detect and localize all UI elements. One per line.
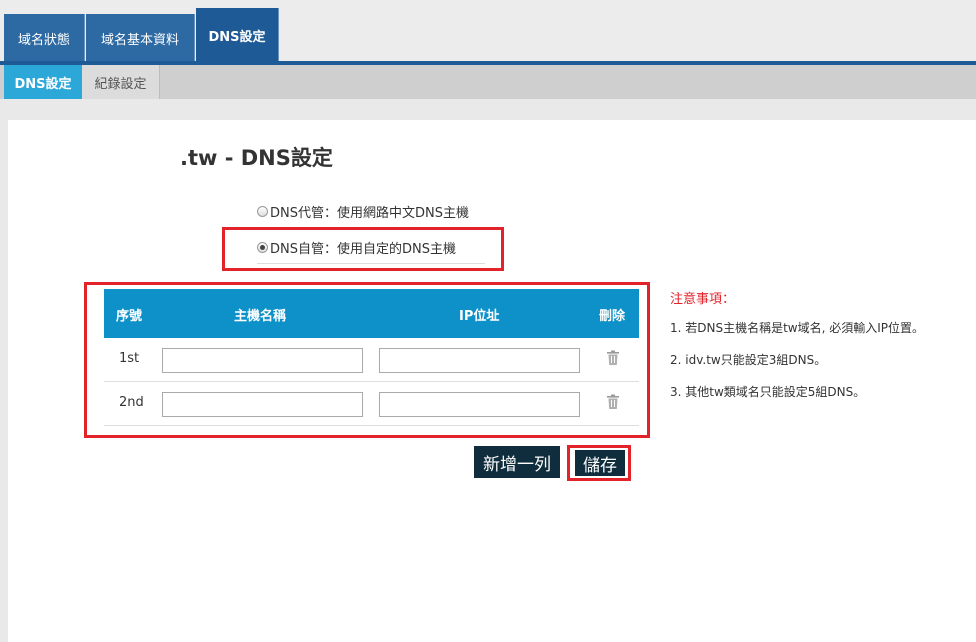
highlight-box-radio [222, 227, 504, 271]
tab-dns-settings-label: DNS設定 [208, 29, 266, 45]
tab-domain-info-label: 域名基本資料 [100, 32, 179, 48]
tab-dns-settings[interactable]: DNS設定 [196, 8, 279, 62]
note-item: 2. idv.tw只能設定3組DNS。 [670, 353, 827, 367]
top-tab-bar: 域名狀態 域名基本資料 DNS設定 [0, 0, 976, 62]
tab-domain-status[interactable]: 域名狀態 [4, 14, 85, 62]
subtab-record-settings-label: 紀錄設定 [94, 76, 147, 92]
radio-dns-hosted[interactable]: DNS代管：使用網路中文DNS主機 [257, 201, 469, 221]
tab-domain-info[interactable]: 域名基本資料 [86, 14, 195, 62]
page-title: .tw - DNS設定 [180, 146, 333, 170]
subtab-record-settings[interactable]: 紀錄設定 [82, 65, 160, 99]
notes-title: 注意事項： [670, 292, 736, 307]
radio-dns-hosted-circle[interactable] [257, 205, 268, 217]
note-item: 3. 其他tw類域名只能設定5組DNS。 [670, 385, 866, 399]
add-row-button[interactable]: 新增一列 [474, 446, 560, 478]
tab-domain-status-label: 域名狀態 [17, 32, 70, 48]
highlight-box-table [84, 282, 650, 438]
radio-dns-hosted-label: DNS代管：使用網路中文DNS主機 [270, 205, 469, 221]
sub-tab-bar: DNS設定 紀錄設定 [0, 65, 976, 99]
note-item: 1. 若DNS主機名稱是tw域名, 必須輸入IP位置。 [670, 321, 925, 335]
subtab-dns-settings-label: DNS設定 [14, 76, 72, 92]
highlight-box-save [567, 445, 631, 481]
subtab-dns-settings[interactable]: DNS設定 [4, 65, 82, 99]
